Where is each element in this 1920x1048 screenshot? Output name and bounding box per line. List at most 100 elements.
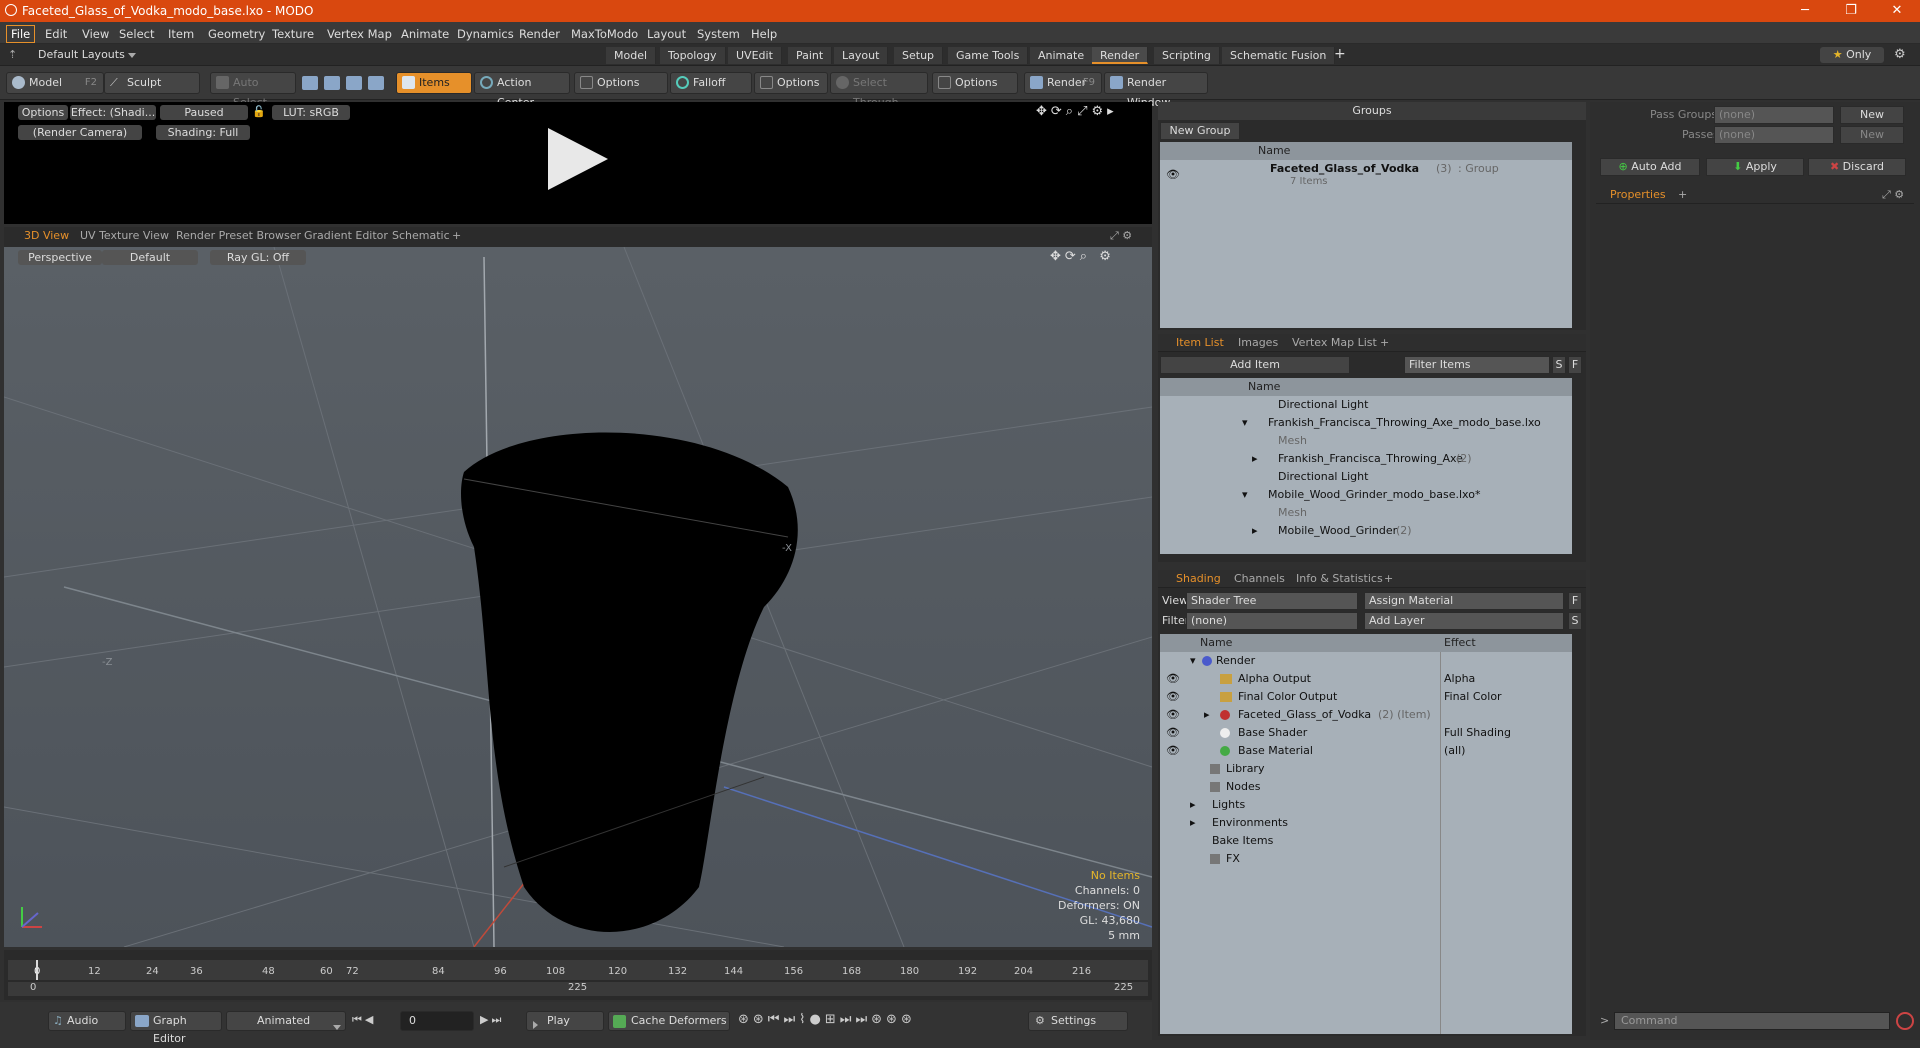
tab-uvedit[interactable]: UVEdit [728,47,782,64]
preview-effect-dropdown[interactable]: Effect: (Shadi... [70,105,156,120]
viewport-nav-icons[interactable]: ✥⟳⌕ ⚙ [1050,249,1115,264]
tab-setup[interactable]: Setup [894,47,944,64]
settings-button[interactable]: ⚙ Settings [1028,1011,1128,1031]
shader-row[interactable]: 👁 Final Color Output Final Color [1160,688,1572,706]
gear-icon[interactable]: ⚙ [1894,47,1906,62]
tab-uv-texture-view[interactable]: UV Texture View [80,229,169,242]
tab-render[interactable]: Render [1092,47,1149,64]
lut-dropdown[interactable]: LUT: sRGB [272,105,350,120]
key-tools-icons[interactable]: ⊛⊛⏮⏭⌇●⊞⏭⏭⊛⊛⊛ [738,1012,916,1027]
shader-effect[interactable]: Alpha [1444,670,1475,688]
shader-row[interactable]: Nodes [1160,778,1572,796]
add-tab-button[interactable]: + [1334,46,1346,62]
collapse-arrow-icon[interactable]: ▸ [1204,706,1210,724]
audio-button[interactable]: ♫ Audio [48,1011,126,1031]
shader-effect[interactable]: Full Shading [1444,724,1511,742]
menu-view[interactable]: View [77,25,114,43]
menu-file[interactable]: File [6,25,36,43]
tab-paint[interactable]: Paint [788,47,833,64]
eye-icon[interactable]: 👁 [1166,670,1180,688]
options-button-2[interactable]: Options [754,72,828,94]
shader-row[interactable]: Library [1160,760,1572,778]
add-properties-tab[interactable]: + [1678,188,1687,201]
tab-gradient-editor[interactable]: Gradient Editor [304,229,388,242]
timeline[interactable]: 0 12 24 36 48 60 72 84 96 108 120 132 14… [4,950,1152,1000]
close-icon[interactable]: ✕ [1874,0,1920,22]
tab-shading[interactable]: Shading [1176,572,1221,585]
list-item[interactable]: Mesh [1160,504,1572,522]
tab-3d-view[interactable]: 3D View [24,229,69,242]
group-row[interactable]: 👁 Faceted_Glass_of_Vodka (3) : Group 7 I… [1160,160,1572,190]
falloff-button[interactable]: Falloff [670,72,752,94]
render-camera-dropdown[interactable]: (Render Camera) [18,125,142,140]
tab-images[interactable]: Images [1238,336,1278,349]
maximize-icon[interactable]: ⤢ ⚙ [1882,188,1904,202]
apply-button[interactable]: ⬇ Apply [1706,158,1804,176]
tab-model[interactable]: Model [606,47,657,64]
shader-row[interactable]: ▾ Render [1160,652,1572,670]
shader-row[interactable]: 👁 Alpha Output Alpha [1160,670,1572,688]
record-icon[interactable] [1896,1012,1914,1030]
add-layer-dropdown[interactable]: Add Layer [1364,612,1564,630]
tab-item-list[interactable]: Item List [1176,336,1224,349]
shader-row[interactable]: 👁 Base Material (all) [1160,742,1572,760]
layout-selector[interactable]: Default Layouts [38,48,137,61]
assign-material-dropdown[interactable]: Assign Material [1364,592,1564,610]
maximize-icon[interactable]: ⤢ ⚙ [1110,229,1132,243]
shader-row[interactable]: ▸ Environments [1160,814,1572,832]
expand-arrow-icon[interactable]: ▾ [1242,414,1248,432]
model-mode-button[interactable]: Model F2 [6,72,104,94]
frame-input[interactable]: 0 [400,1011,474,1031]
list-item[interactable]: ▸ Mobile_Wood_Grinder (2) [1160,522,1572,540]
edges-icon[interactable] [324,76,340,90]
restore-icon[interactable]: ❐ [1828,0,1874,22]
menu-texture[interactable]: Texture [267,25,319,43]
animated-dropdown[interactable]: Animated [226,1011,346,1031]
3d-viewport[interactable]: Perspective Default Ray GL: Off ✥⟳⌕ ⚙ -Z… [4,247,1152,947]
collapse-arrow-icon[interactable]: ▸ [1252,522,1258,540]
sculpt-mode-button[interactable]: ⟋ Sculpt [104,72,200,94]
tab-vertex-map-list[interactable]: Vertex Map List [1292,336,1377,349]
items-mode-button[interactable]: Items [396,72,472,94]
auto-select-button[interactable]: Auto Select [210,72,296,109]
tab-channels[interactable]: Channels [1234,572,1285,585]
timeline-ruler[interactable]: 0 12 24 36 48 60 72 84 96 108 120 132 14… [8,960,1148,980]
shading-dropdown[interactable]: Shading: Full [156,125,250,140]
eye-icon[interactable]: 👁 [1166,724,1180,742]
list-item[interactable]: ▾ Frankish_Francisca_Throwing_Axe_modo_ba… [1160,414,1572,432]
menu-select[interactable]: Select [114,25,159,43]
options-button-1[interactable]: Options [574,72,668,94]
filter-dropdown[interactable]: (none) [1186,612,1358,630]
tab-properties[interactable]: Properties [1610,188,1666,201]
range-slider[interactable]: 0 225 225 [8,982,1148,996]
add-tab[interactable]: + [1380,336,1389,349]
graph-editor-button[interactable]: Graph Editor [130,1011,222,1045]
tab-info-statistics[interactable]: Info & Statistics [1296,572,1383,585]
menu-render[interactable]: Render [514,25,565,43]
list-item[interactable]: ▾ Mobile_Wood_Grinder_modo_base.lxo* [1160,486,1572,504]
vertices-icon[interactable] [302,76,318,90]
menu-animate[interactable]: Animate [396,25,454,43]
add-tab[interactable]: + [1384,572,1393,585]
cache-deformers-button[interactable]: Cache Deformers [608,1011,730,1031]
shader-row[interactable]: ▸ Lights [1160,796,1572,814]
transport-forward-icons[interactable]: ▶⏭ [480,1013,504,1027]
view-dropdown[interactable]: Shader Tree [1186,592,1358,610]
eye-icon[interactable]: 👁 [1166,688,1180,706]
filter-s-button[interactable]: S [1552,356,1566,374]
menu-maxtomodo[interactable]: MaxToModo [566,25,643,43]
shader-row[interactable]: Bake Items [1160,832,1572,850]
select-through-button[interactable]: Select Through [830,72,928,109]
new-group-button[interactable]: New Group [1160,122,1240,140]
menu-vertex-map[interactable]: Vertex Map [322,25,397,43]
eye-icon[interactable]: 👁 [1166,742,1180,760]
tab-render-preset-browser[interactable]: Render Preset Browser [176,229,301,242]
new-pass-group-button[interactable]: New [1840,106,1904,124]
expand-arrow-icon[interactable]: ▾ [1242,486,1248,504]
filter-items-input[interactable]: Filter Items [1404,356,1550,374]
preview-nav-icons[interactable]: ✥⟳⌕⤢⚙▸ [1036,104,1118,119]
passes-dropdown[interactable]: (none) [1714,126,1834,144]
play-icon[interactable] [542,124,612,194]
shader-row[interactable]: 👁 Base Shader Full Shading [1160,724,1572,742]
render-button[interactable]: Render F9 [1024,72,1102,94]
